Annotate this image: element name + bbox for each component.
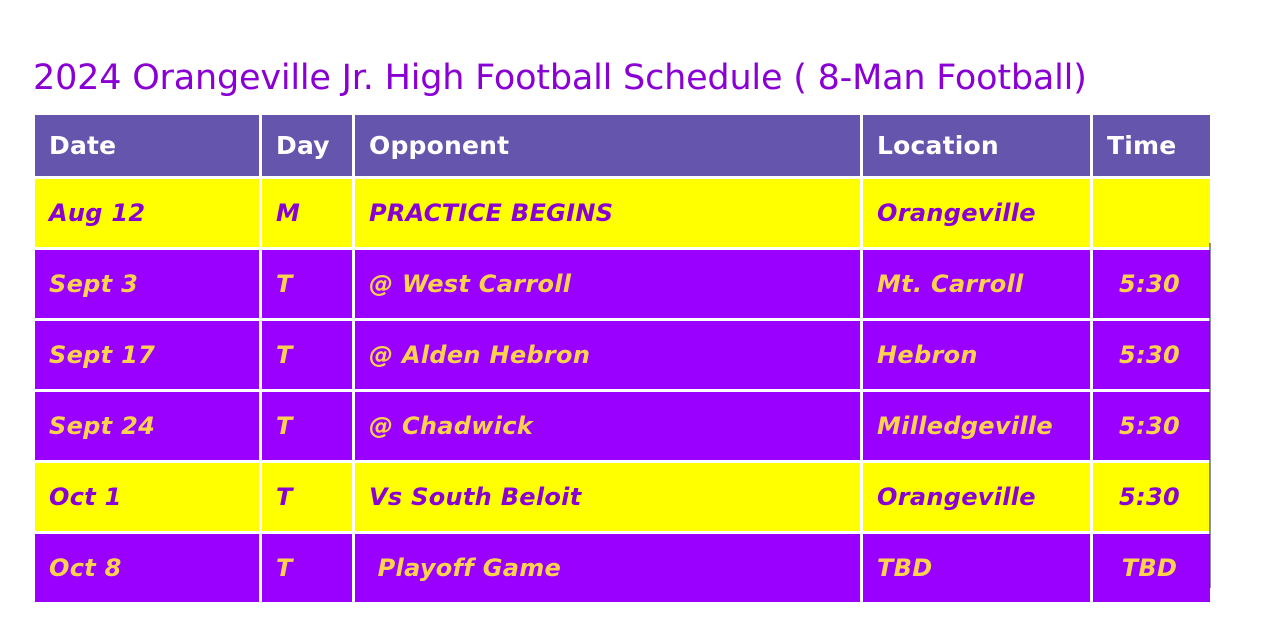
cell-time-text: 5:30: [1119, 341, 1180, 369]
football-schedule-table: Date Day Opponent Location Time Aug 12 M P…: [32, 112, 1213, 605]
cell-date-text: Oct 8: [49, 554, 122, 582]
cell-location: Hebron: [863, 321, 1090, 389]
cell-opponent: PRACTICE BEGINS: [355, 179, 860, 247]
cell-location: Orangeville: [863, 179, 1090, 247]
cell-location: Orangeville: [863, 463, 1090, 531]
cell-time-text: 5:30: [1119, 270, 1180, 298]
cell-time-text: 5:30: [1119, 483, 1180, 511]
cell-date-text: Aug 12: [49, 199, 146, 227]
cell-location-text: Orangeville: [877, 483, 1036, 511]
cell-time: 5:30: [1093, 463, 1210, 531]
table-row: Sept 24 T @ Chadwick Milledgeville 5:30: [35, 392, 1210, 460]
table-row: Aug 12 M PRACTICE BEGINS Orangeville: [35, 179, 1210, 247]
cell-opponent-text: PRACTICE BEGINS: [369, 199, 614, 227]
cell-date-text: Sept 24: [49, 412, 156, 440]
cell-date-text: Sept 3: [49, 270, 139, 298]
column-header-day: Day: [262, 115, 352, 176]
cell-time: 5:30: [1093, 392, 1210, 460]
cell-time: 5:30: [1093, 321, 1210, 389]
cell-day: T: [262, 534, 352, 602]
cell-location: TBD: [863, 534, 1090, 602]
cell-opponent-text: @ West Carroll: [369, 270, 572, 298]
cell-time-text: TBD: [1121, 554, 1178, 582]
cell-date: Aug 12: [35, 179, 259, 247]
cell-date: Oct 8: [35, 534, 259, 602]
header-row: Date Day Opponent Location Time: [35, 115, 1210, 176]
cell-location-text: TBD: [877, 554, 933, 582]
cell-location: Mt. Carroll: [863, 250, 1090, 318]
cell-day-text: T: [276, 341, 293, 369]
cell-opponent: @ West Carroll: [355, 250, 860, 318]
cell-time-text: 5:30: [1119, 412, 1180, 440]
cell-day: T: [262, 463, 352, 531]
cell-date: Oct 1: [35, 463, 259, 531]
cell-day-text: M: [276, 199, 301, 227]
cell-opponent-text: Vs South Beloit: [369, 483, 582, 511]
table-row: Sept 17 T @ Alden Hebron Hebron 5:30: [35, 321, 1210, 389]
column-header-time: Time: [1093, 115, 1210, 176]
cell-opponent-text: @ Chadwick: [369, 412, 534, 440]
cell-location: Milledgeville: [863, 392, 1090, 460]
table-header: Date Day Opponent Location Time: [35, 115, 1210, 176]
table-row: Oct 8 T Playoff Game TBD TBD: [35, 534, 1210, 602]
cell-opponent: Vs South Beloit: [355, 463, 860, 531]
cell-location-text: Hebron: [877, 341, 978, 369]
cell-day-text: T: [276, 483, 293, 511]
cell-time: TBD: [1093, 534, 1210, 602]
page-title: 2024 Orangeville Jr. High Football Sched…: [33, 58, 1087, 98]
cell-opponent: Playoff Game: [355, 534, 860, 602]
cell-opponent-text: @ Alden Hebron: [369, 341, 591, 369]
column-header-date: Date: [35, 115, 259, 176]
cell-day: T: [262, 321, 352, 389]
cell-date-text: Sept 17: [49, 341, 156, 369]
column-header-opponent: Opponent: [355, 115, 860, 176]
cell-day-text: T: [276, 554, 293, 582]
cell-day: T: [262, 392, 352, 460]
cell-location-text: Mt. Carroll: [877, 270, 1024, 298]
cell-location-text: Orangeville: [877, 199, 1036, 227]
cell-day-text: T: [276, 270, 293, 298]
cell-opponent: @ Alden Hebron: [355, 321, 860, 389]
schedule-page: 2024 Orangeville Jr. High Football Sched…: [0, 0, 1262, 628]
cell-date: Sept 17: [35, 321, 259, 389]
cell-date: Sept 3: [35, 250, 259, 318]
cell-day: M: [262, 179, 352, 247]
cell-time: [1093, 179, 1210, 247]
plate-edge-line: [1209, 243, 1211, 588]
table-body: Aug 12 M PRACTICE BEGINS Orangeville Sept 3 T…: [35, 179, 1210, 602]
cell-day: T: [262, 250, 352, 318]
cell-location-text: Milledgeville: [877, 412, 1053, 440]
column-header-location: Location: [863, 115, 1090, 176]
table-row: Sept 3 T @ West Carroll Mt. Carroll 5:30: [35, 250, 1210, 318]
cell-time: 5:30: [1093, 250, 1210, 318]
table-row: Oct 1 T Vs South Beloit Orangeville 5:30: [35, 463, 1210, 531]
cell-opponent-text: Playoff Game: [369, 554, 562, 582]
cell-day-text: T: [276, 412, 293, 440]
cell-opponent: @ Chadwick: [355, 392, 860, 460]
cell-date-text: Oct 1: [49, 483, 122, 511]
cell-date: Sept 24: [35, 392, 259, 460]
